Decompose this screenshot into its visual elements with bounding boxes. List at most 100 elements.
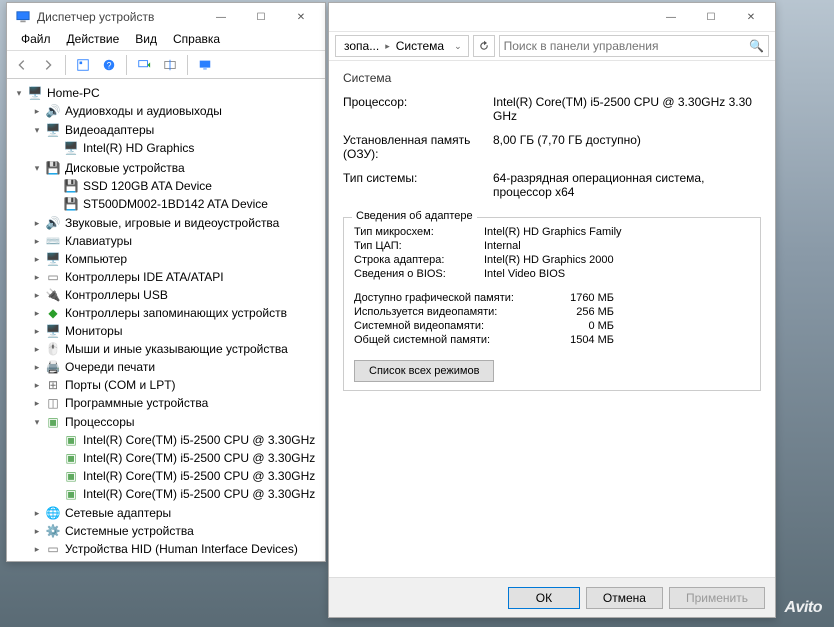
syswin-titlebar: — ☐ ✕ — [329, 3, 775, 31]
node-sysdev[interactable]: ▸⚙️Системные устройства — [31, 522, 323, 540]
close-button[interactable]: ✕ — [731, 6, 771, 28]
type-label: Тип системы: — [343, 171, 493, 199]
maximize-button[interactable]: ☐ — [691, 6, 731, 28]
node-cpu-core[interactable]: ▸▣Intel(R) Core(TM) i5-2500 CPU @ 3.30GH… — [49, 467, 323, 485]
expand-icon[interactable]: ▸ — [31, 217, 43, 229]
software-icon: ◫ — [45, 395, 61, 411]
chevron-right-icon: ▸ — [383, 41, 392, 52]
node-video[interactable]: ▾🖥️Видеоадаптеры ▸🖥️Intel(R) HD Graphics — [31, 120, 323, 158]
node-disks[interactable]: ▾💾Дисковые устройства ▸💾SSD 120GB ATA De… — [31, 158, 323, 214]
expand-icon[interactable]: ▸ — [31, 361, 43, 373]
expand-icon[interactable]: ▾ — [13, 87, 25, 99]
expand-icon[interactable]: ▸ — [31, 397, 43, 409]
system-content: Система Процессор: Intel(R) Core(TM) i5-… — [329, 61, 775, 401]
node-netadp[interactable]: ▸🌐Сетевые адаптеры — [31, 504, 323, 522]
device-tree[interactable]: ▾🖥️Home-PC ▸🔊Аудиовходы и аудиовыходы ▾🖥… — [7, 79, 325, 561]
node-mice[interactable]: ▸🖱️Мыши и иные указывающие устройства — [31, 340, 323, 358]
node-disk2[interactable]: ▸💾ST500DM002-1BD142 ATA Device — [49, 195, 323, 213]
expand-icon[interactable]: ▸ — [31, 307, 43, 319]
help-button[interactable]: ? — [98, 54, 120, 76]
display-icon: 🖥️ — [63, 140, 79, 156]
expand-icon[interactable]: ▸ — [31, 325, 43, 337]
expand-icon[interactable]: ▸ — [31, 507, 43, 519]
node-video-child[interactable]: ▸🖥️Intel(R) HD Graphics — [49, 139, 323, 157]
ok-button[interactable]: ОК — [508, 587, 580, 609]
minimize-button[interactable]: — — [651, 6, 691, 28]
refresh-button[interactable] — [473, 35, 495, 57]
close-button[interactable]: ✕ — [281, 6, 321, 28]
expand-icon[interactable]: ▸ — [31, 253, 43, 265]
ram-label: Установленная память (ОЗУ): — [343, 133, 493, 161]
section-title: Система — [343, 71, 761, 85]
svg-text:?: ? — [107, 60, 112, 70]
node-storage[interactable]: ▸◆Контроллеры запоминающих устройств — [31, 304, 323, 322]
node-ide[interactable]: ▸▭Контроллеры IDE ATA/ATAPI — [31, 268, 323, 286]
addhw-button[interactable] — [159, 54, 181, 76]
search-box[interactable]: 🔍 — [499, 35, 769, 57]
cancel-button[interactable]: Отмена — [586, 587, 663, 609]
node-audio[interactable]: ▸🔊Аудиовходы и аудиовыходы — [31, 102, 323, 120]
breadcrumb[interactable]: зопа... ▸ Система ⌄ — [335, 35, 469, 57]
expand-icon[interactable]: ▸ — [31, 379, 43, 391]
expand-icon[interactable]: ▸ — [31, 543, 43, 555]
expand-icon[interactable]: ▸ — [31, 271, 43, 283]
menu-help[interactable]: Справка — [165, 31, 228, 50]
menu-view[interactable]: Вид — [127, 31, 165, 50]
adapter-info-group: Сведения об адаптере Тип микросхем:Intel… — [343, 217, 761, 391]
menu-file[interactable]: Файл — [13, 31, 59, 50]
node-hid[interactable]: ▸▭Устройства HID (Human Interface Device… — [31, 540, 323, 558]
scan-button[interactable] — [133, 54, 155, 76]
expand-icon[interactable]: ▸ — [31, 105, 43, 117]
printer-icon: 🖨️ — [45, 359, 61, 375]
node-cpu-core[interactable]: ▸▣Intel(R) Core(TM) i5-2500 CPU @ 3.30GH… — [49, 431, 323, 449]
tree-root[interactable]: ▾🖥️Home-PC ▸🔊Аудиовходы и аудиовыходы ▾🖥… — [13, 83, 323, 559]
minimize-button[interactable]: — — [201, 6, 241, 28]
show-button[interactable] — [194, 54, 216, 76]
maximize-button[interactable]: ☐ — [241, 6, 281, 28]
node-monitors[interactable]: ▸🖥️Мониторы — [31, 322, 323, 340]
crumb-part[interactable]: зопа... — [340, 39, 383, 53]
node-computer[interactable]: ▸🖥️Компьютер — [31, 250, 323, 268]
properties-button[interactable] — [72, 54, 94, 76]
list-modes-button[interactable]: Список всех режимов — [354, 360, 494, 382]
chevron-down-icon[interactable]: ⌄ — [452, 41, 464, 52]
node-cpus[interactable]: ▾▣Процессоры ▸▣Intel(R) Core(TM) i5-2500… — [31, 412, 323, 504]
node-cpu-core[interactable]: ▸▣Intel(R) Core(TM) i5-2500 CPU @ 3.30GH… — [49, 485, 323, 503]
expand-icon[interactable]: ▾ — [31, 416, 43, 428]
node-disk1[interactable]: ▸💾SSD 120GB ATA Device — [49, 177, 323, 195]
expand-icon[interactable]: ▾ — [31, 124, 43, 136]
keyboard-icon: ⌨️ — [45, 233, 61, 249]
node-keyboard[interactable]: ▸⌨️Клавиатуры — [31, 232, 323, 250]
cpu-value: Intel(R) Core(TM) i5-2500 CPU @ 3.30GHz … — [493, 95, 761, 123]
search-icon[interactable]: 🔍 — [749, 39, 764, 53]
expand-icon[interactable]: ▸ — [31, 235, 43, 247]
node-ports[interactable]: ▸⊞Порты (COM и LPT) — [31, 376, 323, 394]
expand-icon[interactable]: ▸ — [31, 525, 43, 537]
search-input[interactable] — [504, 39, 745, 53]
node-usb[interactable]: ▸🔌Контроллеры USB — [31, 286, 323, 304]
sound-icon: 🔊 — [45, 215, 61, 231]
disk-icon: 💾 — [63, 178, 79, 194]
back-button[interactable] — [11, 54, 33, 76]
crumb-part[interactable]: Система — [392, 39, 448, 53]
hid-icon: ▭ — [45, 541, 61, 557]
devmgr-icon — [15, 9, 31, 25]
dac-value: Internal — [484, 240, 750, 252]
mouse-icon: 🖱️ — [45, 341, 61, 357]
expand-icon[interactable]: ▸ — [31, 343, 43, 355]
expand-icon[interactable]: ▸ — [31, 289, 43, 301]
forward-button[interactable] — [37, 54, 59, 76]
monitor-icon: 🖥️ — [45, 323, 61, 339]
node-sound[interactable]: ▸🔊Звуковые, игровые и видеоустройства — [31, 214, 323, 232]
apply-button[interactable]: Применить — [669, 587, 765, 609]
node-printq[interactable]: ▸🖨️Очереди печати — [31, 358, 323, 376]
menu-action[interactable]: Действие — [59, 31, 128, 50]
node-software[interactable]: ▸◫Программные устройства — [31, 394, 323, 412]
watermark: Avito — [785, 599, 823, 617]
node-cpu-core[interactable]: ▸▣Intel(R) Core(TM) i5-2500 CPU @ 3.30GH… — [49, 449, 323, 467]
avail-value: 1760 МБ — [554, 292, 614, 304]
system-icon: ⚙️ — [45, 523, 61, 539]
str-label: Строка адаптера: — [354, 254, 484, 266]
expand-icon[interactable]: ▾ — [31, 162, 43, 174]
display-adapter-icon: 🖥️ — [45, 122, 61, 138]
